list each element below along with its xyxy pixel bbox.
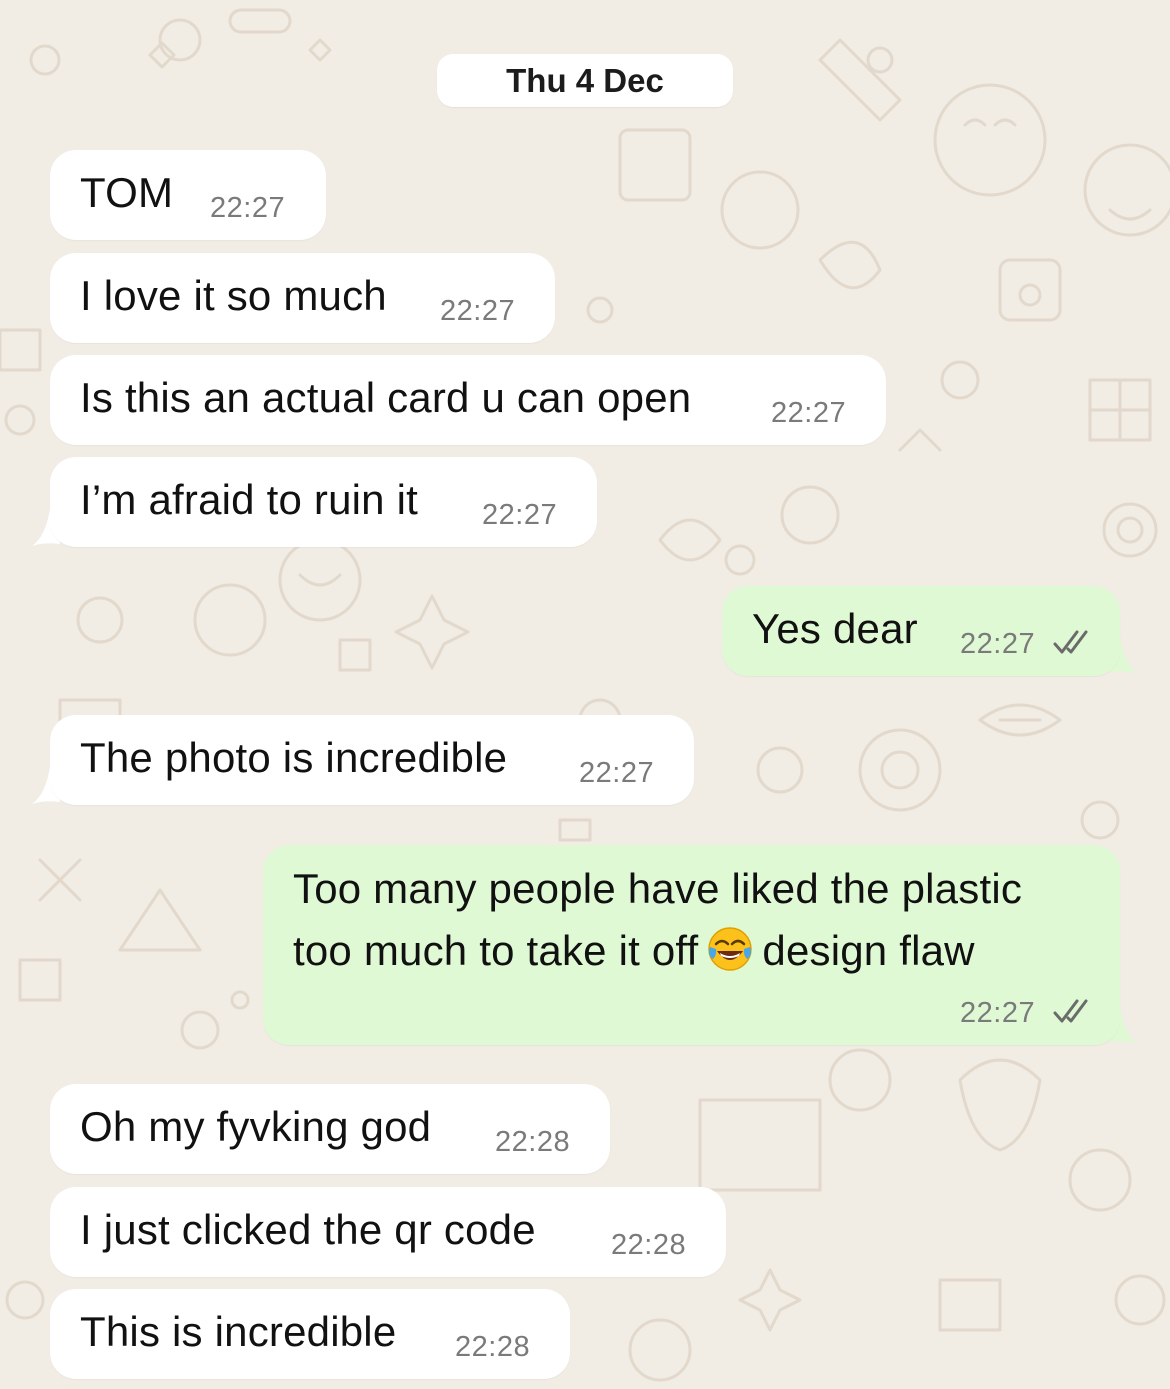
message-text-before-emoji: too much to take it off — [293, 927, 699, 974]
message-text: The photo is incredible — [80, 734, 508, 781]
message-text: Yes dear — [752, 605, 918, 652]
message-text: Oh my fyvking god — [80, 1103, 432, 1150]
message-text: I love it so much — [80, 272, 387, 319]
message-text-after-emoji: design flaw — [762, 927, 975, 974]
message-time: 22:27 — [482, 499, 558, 531]
incoming-message-bubble[interactable]: The photo is incredible 22:27 — [50, 715, 694, 805]
message-text: This is incredible — [80, 1308, 397, 1355]
face-with-tears-of-joy-icon — [708, 927, 753, 971]
incoming-message-bubble[interactable]: This is incredible 22:28 — [50, 1289, 570, 1379]
message-text-line-1: Too many people have liked the plastic — [293, 865, 1023, 912]
message-time: 22:27 — [440, 295, 516, 327]
incoming-message-bubble[interactable]: Is this an actual card u can open 22:27 — [50, 355, 886, 445]
message-time: 22:28 — [455, 1331, 531, 1363]
message-time: 22:28 — [611, 1229, 687, 1261]
message-time: 22:27 — [579, 757, 655, 789]
message-time: 22:28 — [495, 1126, 571, 1158]
incoming-message-bubble[interactable]: TOM 22:27 — [50, 150, 326, 240]
message-text: TOM — [80, 169, 174, 216]
message-time: 22:27 — [771, 397, 847, 429]
message-time: 22:27 — [210, 192, 286, 224]
message-time: 22:27 — [960, 628, 1036, 660]
message-time: 22:27 — [960, 997, 1036, 1029]
incoming-message-bubble[interactable]: I love it so much 22:27 — [50, 253, 555, 343]
incoming-message-bubble[interactable]: I’m afraid to ruin it 22:27 — [50, 457, 597, 547]
message-text: Is this an actual card u can open — [80, 374, 692, 421]
outgoing-message-bubble[interactable]: Yes dear 22:27 — [722, 586, 1120, 676]
double-check-icon — [1053, 630, 1088, 654]
message-text: I just clicked the qr code — [80, 1206, 536, 1253]
outgoing-message-bubble[interactable]: Too many people have liked the plastic t… — [263, 845, 1120, 1045]
date-separator: Thu 4 Dec — [437, 54, 733, 107]
message-text: I’m afraid to ruin it — [80, 476, 418, 523]
double-check-icon — [1053, 999, 1088, 1023]
message-text-line-2: too much to take it off design flaw — [293, 925, 975, 975]
incoming-message-bubble[interactable]: Oh my fyvking god 22:28 — [50, 1084, 610, 1174]
incoming-message-bubble[interactable]: I just clicked the qr code 22:28 — [50, 1187, 726, 1277]
